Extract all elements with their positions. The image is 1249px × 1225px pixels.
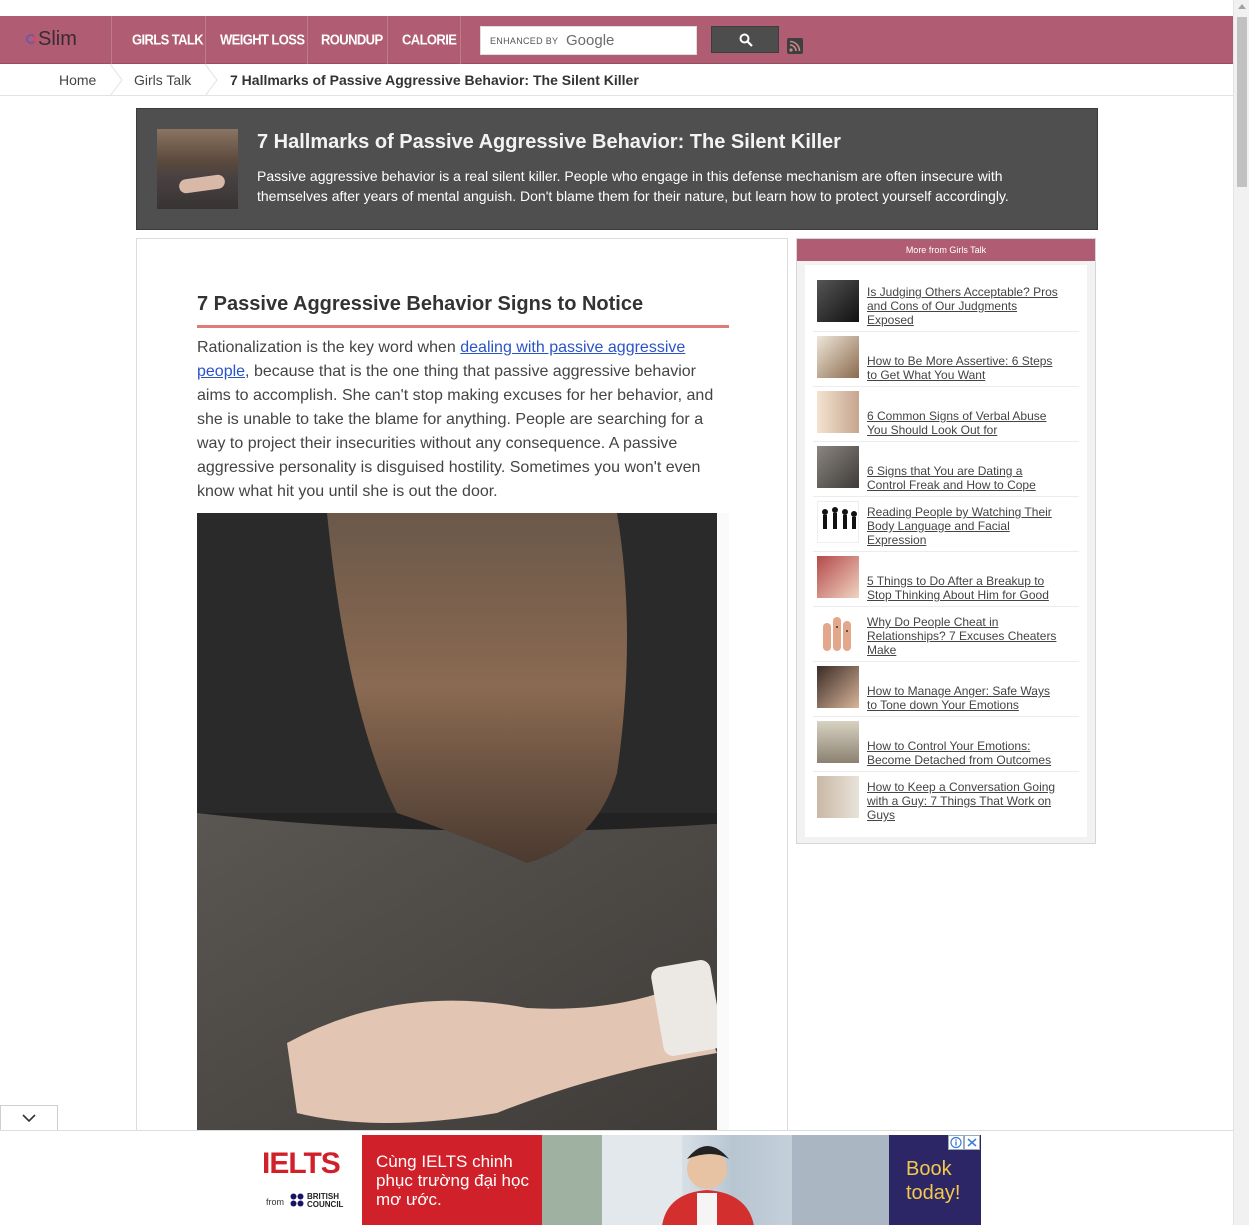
sidebar-item[interactable]: How to Be More Assertive: 6 Steps to Get…: [813, 332, 1079, 387]
article-paragraph: Rationalization is the key word when dea…: [197, 336, 729, 504]
crossed-fingers-photo: [197, 513, 729, 1133]
sidebar-thumbnail: [817, 556, 859, 598]
sidebar-heading: More from Girls Talk: [797, 239, 1095, 261]
ad-partner: BRITISH COUNCIL: [307, 1192, 344, 1209]
sidebar-thumbnail: [817, 336, 859, 378]
paragraph-text: , because that is the one thing that pas…: [197, 363, 714, 500]
sidebar-thumbnail: [817, 721, 859, 763]
sidebar-thumbnail: [817, 666, 859, 708]
article-hero: 7 Hallmarks of Passive Aggressive Behavi…: [136, 108, 1098, 230]
sidebar-item-link[interactable]: Reading People by Watching Their Body La…: [867, 505, 1063, 547]
sidebar-thumbnail: [817, 280, 859, 322]
article-image: [197, 513, 729, 1133]
nav-item-roundup[interactable]: ROUNDUP: [321, 12, 383, 67]
scroll-up-icon[interactable]: [1238, 4, 1246, 9]
article-heading: 7 Passive Aggressive Behavior Signs to N…: [197, 293, 644, 315]
breadcrumb-chevron-icon: [109, 64, 123, 96]
heading-underline: [197, 325, 729, 328]
search-icon: [739, 33, 753, 47]
sidebar-item-link[interactable]: How to Manage Anger: Safe Ways to Tone d…: [867, 684, 1063, 712]
sidebar-item[interactable]: Reading People by Watching Their Body La…: [813, 497, 1079, 552]
sidebar-list: Is Judging Others Acceptable? Pros and C…: [805, 265, 1087, 837]
vertical-scrollbar[interactable]: [1233, 0, 1249, 1225]
sticky-ad-bar: IELTS from BRITISH COUNCIL Cùng IELTS ch…: [0, 1130, 1233, 1225]
nav-divider: [460, 16, 461, 64]
sidebar-item-link[interactable]: How to Keep a Conversation Going with a …: [867, 780, 1063, 822]
article-body: 7 Passive Aggressive Behavior Signs to N…: [136, 238, 788, 1138]
breadcrumb-home[interactable]: Home: [59, 72, 96, 88]
nav-item-girls-talk[interactable]: GIRLS TALK: [132, 12, 204, 67]
paragraph-text: Rationalization is the key word when: [197, 339, 461, 356]
breadcrumb-girls-talk[interactable]: Girls Talk: [134, 72, 191, 88]
logo-mark-icon: [26, 34, 36, 44]
rss-icon[interactable]: [787, 38, 803, 54]
search-input[interactable]: ENHANCED BY Google: [480, 26, 697, 55]
breadcrumb-chevron-icon: [204, 64, 218, 96]
breadcrumb-current: 7 Hallmarks of Passive Aggressive Behavi…: [230, 72, 639, 88]
rss-glyph-icon: [789, 40, 801, 52]
logo-text: Slim: [38, 28, 77, 50]
ad-collapse-button[interactable]: [0, 1105, 58, 1131]
ad-tagline-panel: Cùng IELTS chinh phục trường đại học mơ …: [362, 1135, 542, 1225]
sidebar-thumbnail: [817, 501, 859, 543]
sidebar-thumbnail: [817, 776, 859, 818]
british-council-logo-icon: [290, 1193, 304, 1207]
ad-banner[interactable]: IELTS from BRITISH COUNCIL Cùng IELTS ch…: [252, 1135, 981, 1225]
ad-info-icon[interactable]: [948, 1135, 964, 1150]
sidebar-item-link[interactable]: 6 Signs that You are Dating a Control Fr…: [867, 464, 1063, 492]
hero-description: Passive aggressive behavior is a real si…: [257, 168, 1009, 204]
sidebar-item-link[interactable]: Why Do People Cheat in Relationships? 7 …: [867, 615, 1063, 657]
nav-divider: [387, 16, 388, 64]
nav-item-calorie[interactable]: CALORIE: [402, 12, 457, 67]
sidebar-thumbnail: [817, 611, 859, 653]
sidebar-item[interactable]: How to Manage Anger: Safe Ways to Tone d…: [813, 662, 1079, 717]
sidebar-item[interactable]: 6 Common Signs of Verbal Abuse You Shoul…: [813, 387, 1079, 442]
chevron-down-icon: [22, 1114, 36, 1123]
ad-cta[interactable]: Book today!: [906, 1157, 976, 1205]
sidebar-thumbnail: [817, 391, 859, 433]
scrollbar-thumb[interactable]: [1237, 17, 1247, 187]
ad-brand: IELTS: [262, 1147, 341, 1180]
sidebar-item[interactable]: How to Control Your Emotions: Become Det…: [813, 717, 1079, 772]
hero-title: 7 Hallmarks of Passive Aggressive Behavi…: [257, 131, 841, 153]
ad-from-label: from: [266, 1197, 284, 1207]
ad-close-icon[interactable]: [964, 1135, 980, 1150]
sidebar-thumbnail: [817, 446, 859, 488]
search-button[interactable]: [711, 26, 779, 53]
nav-divider: [307, 16, 308, 64]
nav-item-weight-loss[interactable]: WEIGHT LOSS: [220, 12, 305, 67]
main-nav: Slim GIRLS TALK WEIGHT LOSS ROUNDUP CALO…: [0, 16, 1233, 64]
sidebar-item[interactable]: How to Keep a Conversation Going with a …: [813, 772, 1079, 827]
sidebar-item-link[interactable]: Is Judging Others Acceptable? Pros and C…: [867, 285, 1063, 327]
nav-divider: [111, 16, 112, 64]
sidebar-item-link[interactable]: How to Be More Assertive: 6 Steps to Get…: [867, 354, 1063, 382]
ad-tagline: Cùng IELTS chinh phục trường đại học mơ …: [376, 1152, 529, 1209]
sidebar-item-link[interactable]: 5 Things to Do After a Breakup to Stop T…: [867, 574, 1063, 602]
sidebar-item-link[interactable]: 6 Common Signs of Verbal Abuse You Shoul…: [867, 409, 1063, 437]
sidebar-item[interactable]: Why Do People Cheat in Relationships? 7 …: [813, 607, 1079, 662]
page: Slim GIRLS TALK WEIGHT LOSS ROUNDUP CALO…: [0, 0, 1249, 1225]
sidebar-item-link[interactable]: How to Control Your Emotions: Become Det…: [867, 739, 1063, 767]
sidebar-item[interactable]: 6 Signs that You are Dating a Control Fr…: [813, 442, 1079, 497]
search-brand: Google: [566, 32, 615, 49]
site-logo[interactable]: Slim: [26, 28, 96, 54]
sidebar-item[interactable]: Is Judging Others Acceptable? Pros and C…: [813, 277, 1079, 332]
search-enhanced-label: ENHANCED BY: [490, 36, 559, 46]
sidebar: More from Girls Talk Is Judging Others A…: [796, 238, 1096, 844]
ad-brand-panel: IELTS from BRITISH COUNCIL: [252, 1135, 362, 1225]
ad-photo: [542, 1135, 889, 1225]
sidebar-item[interactable]: 5 Things to Do After a Breakup to Stop T…: [813, 552, 1079, 607]
nav-divider: [205, 16, 206, 64]
hero-thumbnail: [157, 129, 238, 209]
breadcrumb: Home Girls Talk 7 Hallmarks of Passive A…: [0, 64, 1233, 96]
